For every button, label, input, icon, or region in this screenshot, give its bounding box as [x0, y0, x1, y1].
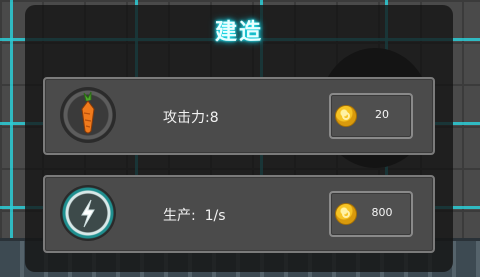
gold-coin-icon: [335, 203, 357, 225]
attack-stat-label: 攻击力:8: [163, 110, 219, 126]
attack-cost-value: 20: [375, 108, 389, 121]
buy-production-button[interactable]: 800: [329, 191, 413, 237]
build-option-attack[interactable]: 攻击力:8 20: [43, 77, 435, 155]
buy-attack-button[interactable]: 20: [329, 93, 413, 139]
build-option-production[interactable]: 生产: 1/s 800: [43, 175, 435, 253]
production-cost-value: 800: [371, 206, 393, 219]
production-stat-label: 生产: 1/s: [163, 208, 226, 224]
carrot-attack-icon: [60, 87, 116, 143]
game-screen: 建造 攻击力:8 20 生产: 1/s 800: [0, 0, 480, 277]
lightning-power-icon: [60, 185, 116, 241]
dialog-title: 建造: [214, 20, 263, 45]
gold-coin-icon: [335, 105, 357, 127]
